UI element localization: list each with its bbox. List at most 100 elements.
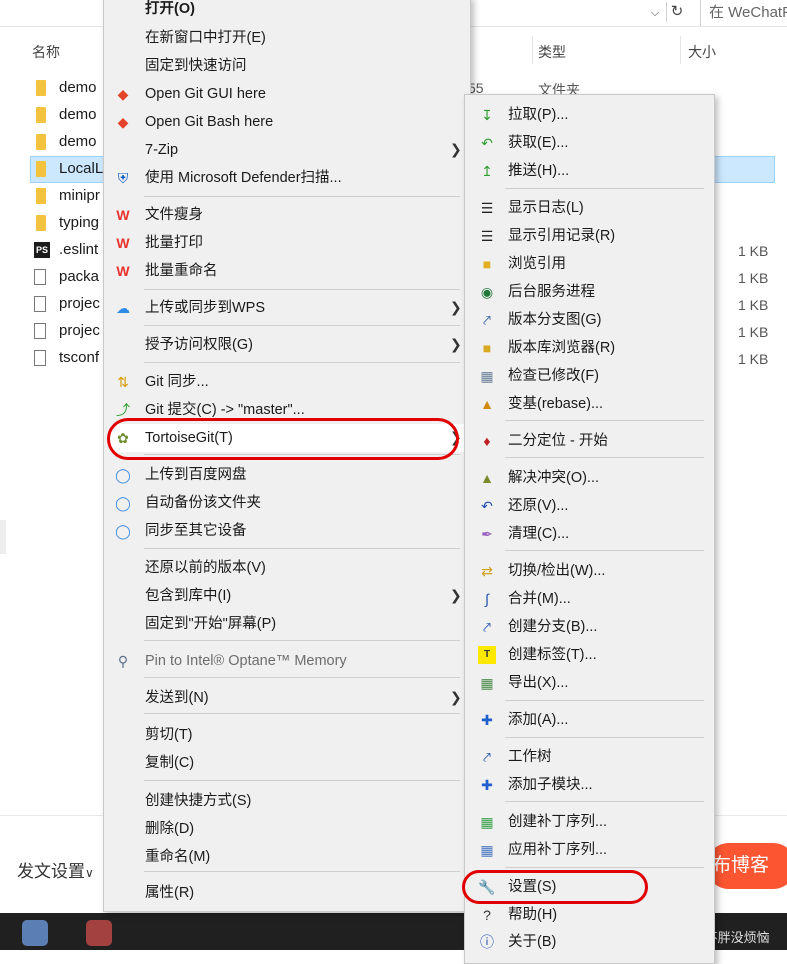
- tortoisegit-submenu-item-19[interactable]: 导出(X)... ▦: [480, 669, 569, 697]
- chevron-right-icon: ❯: [450, 299, 462, 315]
- tortoisegit-submenu-item-14[interactable]: 清理(C)... ✒: [481, 520, 569, 548]
- publish-blog-button[interactable]: 布博客: [706, 843, 787, 889]
- context-menu-item-4[interactable]: Open Git Bash here ◆: [118, 108, 274, 136]
- tortoisegit-submenu-item-6[interactable]: 后台服务进程 ◉: [481, 278, 595, 306]
- file-name: demo: [59, 79, 97, 96]
- tortoisegit-submenu-item-7[interactable]: 版本分支图(G) ⤤: [483, 306, 602, 334]
- menu-separator: [144, 196, 460, 197]
- context-menu-item-15[interactable]: 上传到百度网盘 ◯: [115, 461, 246, 489]
- tortoisegit-taskbar-icon[interactable]: [86, 920, 112, 946]
- context-menu-item-12[interactable]: Git 同步... ⇅: [117, 368, 209, 396]
- context-menu-item-24[interactable]: 复制(C): [145, 749, 194, 777]
- file-icon: [34, 296, 46, 312]
- context-menu-item-28[interactable]: 属性(R): [145, 879, 194, 907]
- shield-icon: ⛨: [117, 170, 129, 186]
- context-menu-item-7[interactable]: 文件瘦身 W: [116, 201, 203, 229]
- context-menu-item-10[interactable]: 上传或同步到WPS ☁: [116, 294, 265, 322]
- tortoisegit-submenu-item-20[interactable]: 添加(A)... ✚: [481, 706, 568, 734]
- folder-icon: [36, 134, 46, 150]
- column-divider[interactable]: [532, 36, 533, 64]
- add-icon: ✚: [481, 777, 493, 793]
- context-menu-item-11[interactable]: 授予访问权限(G): [145, 331, 253, 359]
- check-modifications-icon: ▦: [480, 368, 494, 384]
- column-divider[interactable]: [680, 36, 681, 64]
- context-menu-item-21[interactable]: Pin to Intel® Optane™ Memory ⚲: [118, 647, 347, 675]
- menu-item-label: 显示日志(L): [508, 200, 584, 216]
- tortoisegit-submenu-item-15[interactable]: 切换/检出(W)... ⇄: [481, 557, 605, 585]
- tortoisegit-submenu-item-13[interactable]: 还原(V)... ↶: [481, 492, 568, 520]
- baidu-icon: ◯: [115, 495, 131, 511]
- context-menu-item-19[interactable]: 包含到库中(I): [145, 582, 231, 610]
- context-menu-item-3[interactable]: Open Git GUI here ◆: [118, 80, 266, 108]
- tortoisegit-submenu-item-24[interactable]: 应用补丁序列... ▦: [480, 836, 607, 864]
- context-menu-item-25[interactable]: 创建快捷方式(S): [145, 787, 251, 815]
- tortoisegit-submenu-item-10[interactable]: 变基(rebase)... ▲: [480, 390, 603, 418]
- menu-item-label: 发送到(N): [145, 690, 209, 706]
- tortoisegit-submenu-item-5[interactable]: 浏览引用 ■: [483, 250, 566, 278]
- menu-separator: [144, 362, 460, 363]
- menu-separator: [144, 289, 460, 290]
- menu-item-label: 后台服务进程: [508, 284, 595, 300]
- tortoisegit-submenu-item-17[interactable]: 创建分支(B)... ⤤: [483, 613, 597, 641]
- menu-item-label: 获取(E)...: [508, 135, 569, 151]
- folder-icon: [36, 161, 46, 177]
- menu-item-label: 在新窗口中打开(E): [145, 30, 266, 46]
- menu-item-label: 版本分支图(G): [508, 312, 602, 328]
- context-menu-item-18[interactable]: 还原以前的版本(V): [145, 554, 266, 582]
- folder-icon: [36, 188, 46, 204]
- menu-item-label: 帮助(H): [508, 907, 558, 923]
- menu-separator: [144, 325, 460, 326]
- post-settings-dropdown[interactable]: 发文设置∨: [17, 857, 94, 882]
- tortoisegit-submenu-item-0[interactable]: 拉取(P)... ↧: [481, 101, 568, 129]
- context-menu-item-17[interactable]: 同步至其它设备 ◯: [115, 517, 246, 545]
- file-size-cell: 1 KB: [738, 351, 769, 367]
- tortoisegit-submenu-item-26[interactable]: 帮助(H)?: [483, 901, 558, 929]
- tortoisegit-submenu-item-3[interactable]: 显示日志(L) ☰: [481, 194, 584, 222]
- tortoisegit-submenu-item-27[interactable]: 关于(B) ⓘ: [480, 928, 556, 956]
- context-menu-item-8[interactable]: 批量打印 W: [116, 229, 203, 257]
- context-menu-item-26[interactable]: 删除(D): [145, 815, 194, 843]
- context-menu-item-5[interactable]: 7-Zip: [145, 136, 178, 164]
- menu-item-label: 创建标签(T)...: [508, 647, 597, 663]
- refresh-icon[interactable]: ↻: [666, 2, 687, 22]
- context-menu-item-20[interactable]: 固定到"开始"屏幕(P): [145, 610, 276, 638]
- column-header-type[interactable]: 类型: [538, 42, 566, 62]
- context-menu-item-2[interactable]: 固定到快速访问: [145, 52, 247, 80]
- context-menu-item-6[interactable]: 使用 Microsoft Defender扫描... ⛨: [118, 164, 342, 192]
- column-header-name[interactable]: 名称: [32, 42, 60, 62]
- tortoisegit-submenu-item-2[interactable]: 推送(H)... ↥: [481, 157, 569, 185]
- search-input[interactable]: 在 WeChatP: [700, 0, 787, 26]
- tortoisegit-submenu-item-11[interactable]: 二分定位 - 开始 ♦: [483, 427, 607, 455]
- context-menu-item-16[interactable]: 自动备份该文件夹 ◯: [115, 489, 261, 517]
- menu-separator: [144, 713, 460, 714]
- menu-item-label: Git 同步...: [145, 374, 209, 390]
- column-header-size[interactable]: 大小: [688, 42, 716, 62]
- tortoisegit-submenu-item-23[interactable]: 创建补丁序列... ▦: [480, 808, 607, 836]
- tortoisegit-submenu-item-18[interactable]: 创建标签(T)... T: [478, 641, 597, 669]
- tortoisegit-submenu-item-4[interactable]: 显示引用记录(R) ☰: [481, 222, 615, 250]
- context-menu-item-22[interactable]: 发送到(N): [145, 684, 209, 712]
- file-name: tsconf: [59, 349, 100, 366]
- menu-item-label: 包含到库中(I): [145, 588, 232, 604]
- tortoisegit-submenu-item-22[interactable]: 添加子模块... ✚: [481, 771, 592, 799]
- tortoisegit-submenu-item-1[interactable]: 获取(E)... ↶: [481, 129, 569, 157]
- menu-item-label: 重命名(M): [145, 849, 211, 865]
- menu-separator: [505, 550, 704, 551]
- context-menu-item-27[interactable]: 重命名(M): [145, 843, 210, 871]
- file-size-cell: 1 KB: [738, 243, 769, 259]
- tortoisegit-submenu-item-16[interactable]: 合并(M)... ∫: [485, 585, 571, 613]
- tortoisegit-submenu-item-12[interactable]: 解决冲突(O)... ▲: [480, 464, 599, 492]
- menu-item-label: 导出(X)...: [508, 675, 569, 691]
- tortoisegit-taskbar-icon[interactable]: [22, 920, 48, 946]
- tortoisegit-submenu-item-8[interactable]: 版本库浏览器(R) ■: [483, 334, 615, 362]
- tortoisegit-submenu-item-21[interactable]: 工作树 ⤤: [483, 743, 551, 771]
- chevron-down-icon[interactable]: ⌵: [646, 4, 664, 22]
- context-menu-item-0[interactable]: 打开(O): [145, 0, 195, 23]
- context-menu-item-23[interactable]: 剪切(T): [145, 721, 193, 749]
- context-menu-item-1[interactable]: 在新窗口中打开(E): [145, 24, 266, 52]
- context-menu-item-9[interactable]: 批量重命名 W: [116, 257, 217, 285]
- file-name: typing: [59, 214, 100, 231]
- menu-item-label: 使用 Microsoft Defender扫描...: [145, 170, 342, 186]
- tortoisegit-submenu-item-9[interactable]: 检查已修改(F) ▦: [480, 362, 599, 390]
- menu-item-label: 打开(O): [145, 1, 195, 17]
